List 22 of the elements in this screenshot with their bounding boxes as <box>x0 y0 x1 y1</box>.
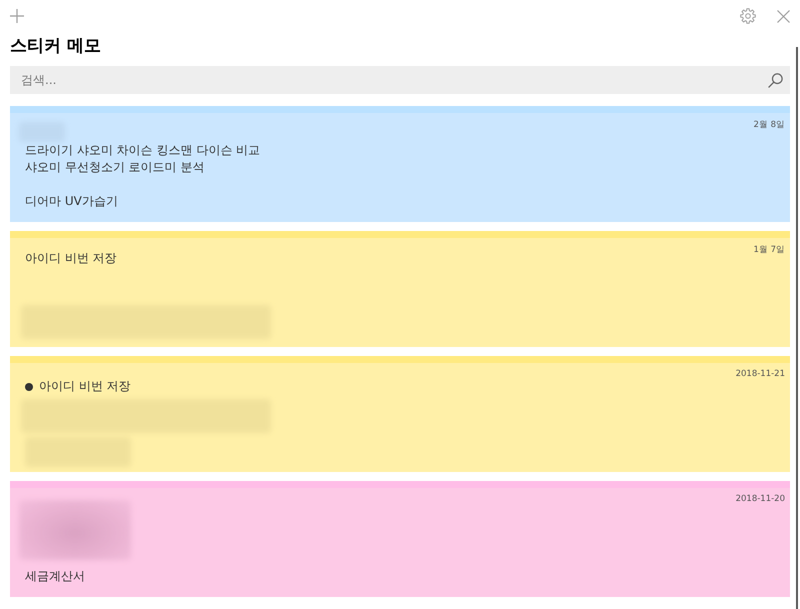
app-title: 스티커 메모 <box>10 35 102 58</box>
note-card[interactable]: 세금계산서 2018-11-20 <box>10 481 790 597</box>
note-date: 2월 8일 <box>753 119 786 131</box>
search-icon[interactable] <box>768 73 783 88</box>
note-card[interactable]: 드라이기 샤오미 차이슨 킹스맨 다이슨 비교 샤오미 무선청소기 로이드미 분석 디어마 UV가습기 2월 8일 <box>10 106 790 222</box>
note-date: 2018-11-20 <box>736 493 786 504</box>
note-card[interactable]: 아이디 비번 저장 1월 7일 <box>10 231 790 347</box>
plus-icon[interactable] <box>10 9 24 23</box>
scrollbar[interactable] <box>796 47 798 609</box>
note-text: 드라이기 샤오미 차이슨 킹스맨 다이슨 비교 <box>25 142 260 159</box>
note-card[interactable]: 아이디 비번 저장 2018-11-21 <box>10 356 790 472</box>
note-text: 디어마 UV가습기 <box>25 193 118 210</box>
note-date: 1월 7일 <box>753 244 786 256</box>
close-icon[interactable] <box>777 10 790 22</box>
note-text: 세금계산서 <box>25 568 85 585</box>
bullet-icon <box>25 382 33 390</box>
note-text: 샤오미 무선청소기 로이드미 분석 <box>25 159 204 176</box>
settings-icon[interactable] <box>740 8 756 24</box>
note-text: 아이디 비번 저장 <box>25 250 117 267</box>
note-text: 아이디 비번 저장 <box>39 378 131 395</box>
search-field[interactable]: 검색... <box>10 66 790 94</box>
note-date: 2018-11-21 <box>736 368 786 379</box>
